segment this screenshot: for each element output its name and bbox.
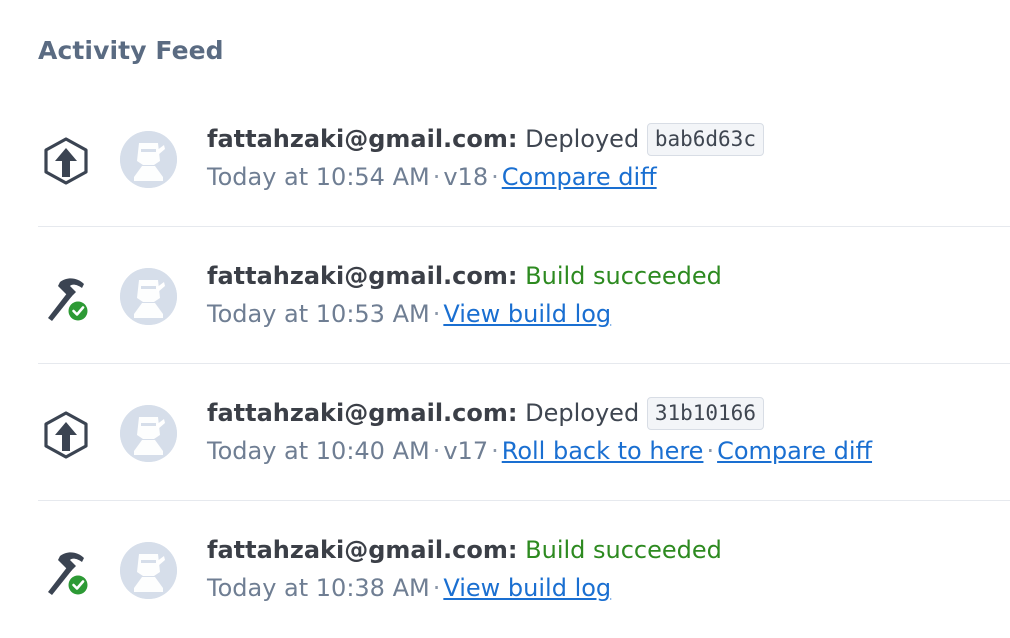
separator: · xyxy=(491,163,499,191)
activity-entry: fattahzaki@gmail.com: Deployed 31b10166 … xyxy=(38,364,1010,501)
compare-diff-link[interactable]: Compare diff xyxy=(717,437,872,465)
compare-diff-link[interactable]: Compare diff xyxy=(502,163,657,191)
separator: · xyxy=(432,437,441,465)
avatar xyxy=(120,268,177,325)
separator: · xyxy=(432,300,441,328)
user-email: fattahzaki@gmail.com: xyxy=(207,125,518,153)
separator: · xyxy=(706,437,715,465)
commit-hash: 31b10166 xyxy=(646,397,764,430)
page-title: Activity Feed xyxy=(38,36,224,65)
separator: · xyxy=(432,163,441,191)
version-label: v17 xyxy=(443,437,489,465)
action-text: Build succeeded xyxy=(525,262,722,290)
avatar xyxy=(120,131,177,188)
entry-summary: fattahzaki@gmail.com: Build succeeded xyxy=(207,259,722,293)
action-text: Deployed xyxy=(525,125,640,153)
user-email: fattahzaki@gmail.com: xyxy=(207,262,518,290)
deploy-icon xyxy=(38,133,94,189)
commit-hash: bab6d63c xyxy=(646,123,764,156)
action-text: Deployed xyxy=(525,399,640,427)
entry-summary: fattahzaki@gmail.com: Deployed 31b10166 xyxy=(207,396,764,430)
entry-summary: fattahzaki@gmail.com: Deployed bab6d63c xyxy=(207,122,764,156)
entry-meta: Today at 10:53 AM · View build log xyxy=(207,297,611,331)
view-build-log-link[interactable]: View build log xyxy=(443,300,611,328)
separator: · xyxy=(432,574,441,602)
separator: · xyxy=(491,437,499,465)
entry-meta: Today at 10:54 AM · v18 · Compare diff xyxy=(207,160,657,194)
avatar xyxy=(120,542,177,599)
build-success-icon xyxy=(38,544,94,600)
user-email: fattahzaki@gmail.com: xyxy=(207,399,518,427)
user-email: fattahzaki@gmail.com: xyxy=(207,536,518,564)
entry-meta: Today at 10:38 AM · View build log xyxy=(207,571,611,605)
roll-back-link[interactable]: Roll back to here xyxy=(502,437,704,465)
activity-feed-list: fattahzaki@gmail.com: Deployed bab6d63c … xyxy=(38,90,1010,638)
activity-entry: fattahzaki@gmail.com: Build succeeded To… xyxy=(38,227,1010,364)
timestamp: Today at 10:38 AM xyxy=(207,574,430,602)
avatar xyxy=(120,405,177,462)
view-build-log-link[interactable]: View build log xyxy=(443,574,611,602)
entry-meta: Today at 10:40 AM · v17 · Roll back to here ·… xyxy=(207,434,872,468)
activity-entry: fattahzaki@gmail.com: Build succeeded To… xyxy=(38,501,1010,638)
timestamp: Today at 10:54 AM xyxy=(207,163,430,191)
entry-summary: fattahzaki@gmail.com: Build succeeded xyxy=(207,533,722,567)
timestamp: Today at 10:53 AM xyxy=(207,300,430,328)
version-label: v18 xyxy=(443,163,489,191)
build-success-icon xyxy=(38,270,94,326)
timestamp: Today at 10:40 AM xyxy=(207,437,430,465)
deploy-icon xyxy=(38,407,94,463)
action-text: Build succeeded xyxy=(525,536,722,564)
activity-entry: fattahzaki@gmail.com: Deployed bab6d63c … xyxy=(38,90,1010,227)
